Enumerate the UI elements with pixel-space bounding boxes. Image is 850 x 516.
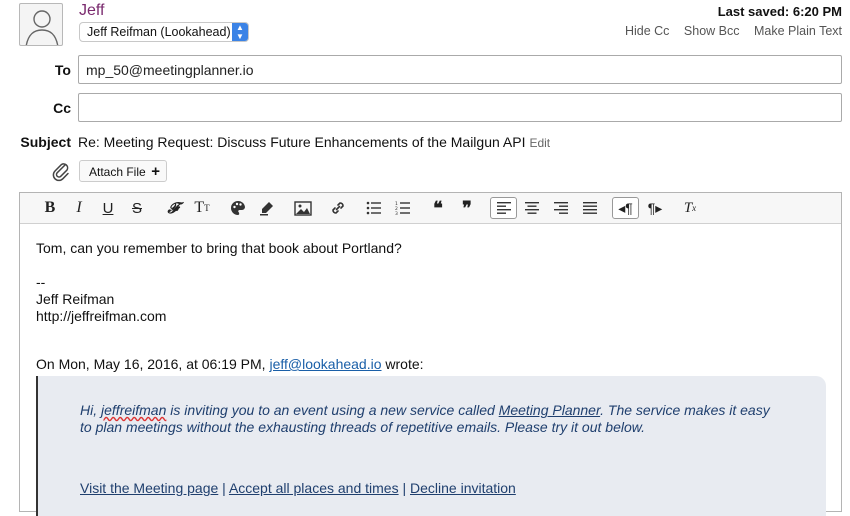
attach-file-label: Attach File (89, 165, 146, 179)
to-label: To (54, 62, 71, 78)
decline-invitation-link[interactable]: Decline invitation (410, 480, 516, 496)
bold-button[interactable]: B (38, 197, 62, 219)
paperclip-icon (50, 160, 72, 182)
rtl-direction-icon[interactable]: ◂¶ (612, 197, 639, 219)
last-saved-status: Last saved: 6:20 PM (717, 4, 842, 19)
header-links: Hide Cc Show Bcc Make Plain Text (614, 24, 842, 38)
accept-all-link[interactable]: Accept all places and times (229, 480, 399, 496)
align-justify-icon[interactable] (578, 197, 602, 219)
reply-attribution: On Mon, May 16, 2016, at 06:19 PM, jeff@… (36, 356, 424, 372)
quote-username: jeffreifman (101, 402, 167, 418)
from-account-value: Jeff Reifman (Lookahead) (87, 25, 231, 39)
from-account-select[interactable]: Jeff Reifman (Lookahead) ▲ ▼ (79, 22, 249, 42)
avatar[interactable] (19, 3, 63, 46)
visit-meeting-link[interactable]: Visit the Meeting page (80, 480, 218, 496)
italic-button[interactable]: I (67, 197, 91, 219)
svg-text:3: 3 (395, 211, 398, 215)
subject-line: Re: Meeting Request: Discuss Future Enha… (78, 134, 550, 150)
subject-value: Re: Meeting Request: Discuss Future Enha… (78, 134, 526, 150)
quote-text-1: is inviting you to an event using a new … (170, 402, 495, 418)
message-editor[interactable]: B I U S 𝓕 TT 123 ❝ ❞ ◂¶ ¶▸ T x Tom, can … (19, 192, 842, 516)
align-center-icon[interactable] (520, 197, 544, 219)
to-field[interactable] (78, 55, 842, 84)
align-right-icon[interactable] (549, 197, 573, 219)
subject-label: Subject (20, 134, 71, 150)
plus-icon: + (151, 163, 160, 180)
show-bcc-link[interactable]: Show Bcc (684, 24, 740, 38)
formatting-toolbar: B I U S 𝓕 TT 123 ❝ ❞ ◂¶ ¶▸ T x (20, 193, 841, 224)
message-body: Tom, can you remember to bring that book… (36, 240, 402, 325)
cc-label: Cc (53, 100, 71, 116)
attribution-suffix: wrote: (385, 356, 424, 372)
ltr-direction-icon[interactable]: ¶▸ (643, 197, 667, 219)
signature-separator: -- (36, 274, 46, 290)
signature-url: http://jeffreifman.com (36, 308, 167, 324)
cc-field[interactable] (78, 93, 842, 122)
strikethrough-button[interactable]: S (125, 197, 149, 219)
quote-service-name[interactable]: Meeting Planner (499, 402, 600, 418)
body-line: Tom, can you remember to bring that book… (36, 240, 402, 256)
font-family-button[interactable]: 𝓕 (161, 197, 185, 219)
blockquote-close-icon[interactable]: ❞ (455, 197, 479, 219)
person-silhouette-icon (25, 10, 59, 45)
make-plain-text-link[interactable]: Make Plain Text (754, 24, 842, 38)
attribution-prefix: On Mon, May 16, 2016, at 06:19 PM, (36, 356, 266, 372)
link-icon[interactable] (326, 197, 350, 219)
font-size-button[interactable]: TT (190, 197, 214, 219)
attach-file-button[interactable]: Attach File + (79, 160, 167, 182)
hide-cc-link[interactable]: Hide Cc (625, 24, 669, 38)
align-left-icon[interactable] (490, 197, 517, 219)
quoted-paragraph: Hi, jeffreifman is inviting you to an ev… (80, 402, 780, 436)
quoted-message: Hi, jeffreifman is inviting you to an ev… (36, 376, 826, 516)
signature-name: Jeff Reifman (36, 291, 115, 307)
link-separator: | (402, 480, 407, 496)
palette-icon[interactable] (226, 197, 250, 219)
select-chevrons-icon: ▲ ▼ (232, 23, 248, 41)
link-separator: | (222, 480, 226, 496)
subject-edit-link[interactable]: Edit (529, 136, 550, 150)
font-size-glyph: T (194, 199, 205, 216)
numbered-list-icon[interactable]: 123 (391, 197, 415, 219)
attribution-email-link[interactable]: jeff@lookahead.io (269, 356, 381, 372)
blockquote-open-icon[interactable]: ❝ (426, 197, 450, 219)
quote-action-links: Visit the Meeting page | Accept all plac… (80, 480, 516, 496)
sender-name: Jeff (79, 2, 105, 19)
quote-greeting: Hi, (80, 402, 98, 418)
underline-button[interactable]: U (96, 197, 120, 219)
bulleted-list-icon[interactable] (362, 197, 386, 219)
highlighter-icon[interactable] (255, 197, 279, 219)
clear-formatting-icon[interactable]: Tx (678, 197, 702, 219)
image-icon[interactable] (291, 197, 315, 219)
